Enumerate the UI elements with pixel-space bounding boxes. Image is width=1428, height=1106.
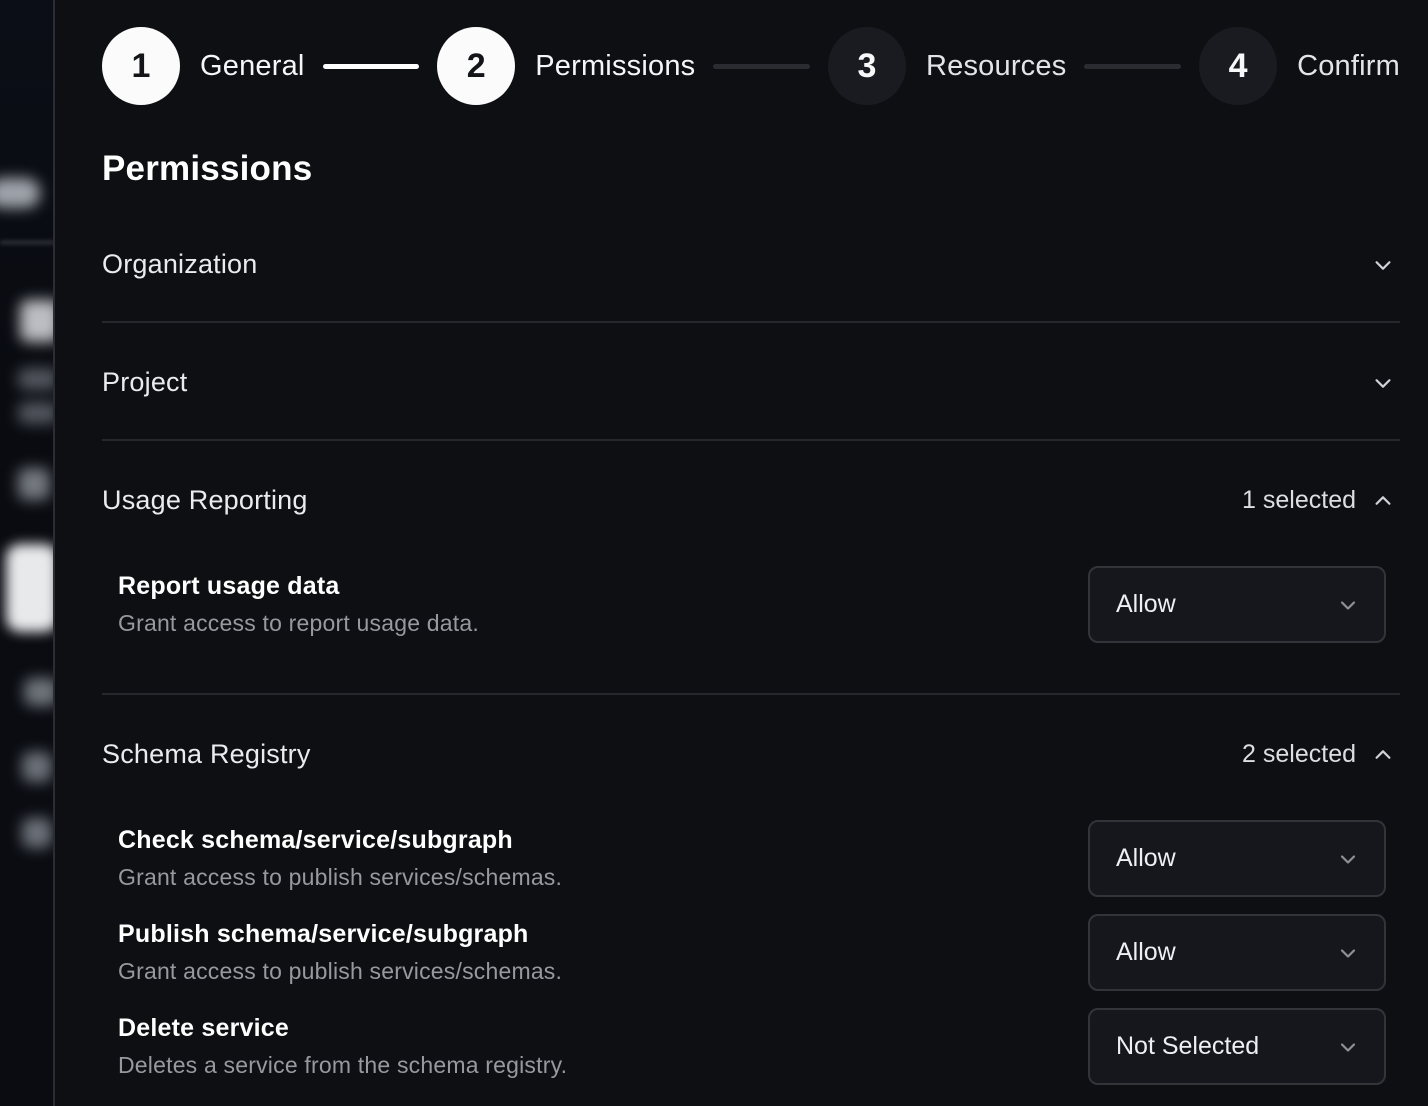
step-connector — [1084, 64, 1181, 69]
select-value: Allow — [1116, 590, 1176, 619]
background-blur-shape — [18, 468, 50, 500]
background-blur-shape — [6, 544, 55, 632]
selected-count-badge: 2 selected — [1242, 740, 1356, 769]
background-blur-shape — [18, 368, 55, 390]
permission-title: Delete service — [118, 1014, 567, 1043]
chevron-down-icon — [1372, 372, 1394, 394]
step-confirm-label: Confirm — [1297, 50, 1400, 83]
background-blur-divider — [0, 241, 55, 244]
permission-row-check-schema: Check schema/service/subgraph Grant acce… — [102, 820, 1400, 897]
select-value: Allow — [1116, 844, 1176, 873]
step-permissions-circle: 2 — [437, 27, 515, 105]
step-confirm[interactable]: 4 Confirm — [1199, 27, 1400, 105]
chevron-down-icon — [1372, 254, 1394, 276]
section-title: Organization — [102, 249, 258, 280]
section-organization-header[interactable]: Organization — [102, 189, 1400, 280]
permissions-wizard-panel: 1 General 2 Permissions 3 Resources 4 Co… — [57, 0, 1428, 1106]
step-confirm-circle: 4 — [1199, 27, 1277, 105]
section-project-header[interactable]: Project — [102, 323, 1400, 398]
background-blur-shape — [18, 402, 55, 424]
permission-row-report-usage-data: Report usage data Grant access to report… — [102, 566, 1400, 643]
background-blur-shape — [22, 752, 52, 782]
permission-select-delete-service[interactable]: Not Selected — [1088, 1008, 1386, 1085]
section-schema-registry: Schema Registry 2 selected Check schema/… — [102, 695, 1400, 1085]
step-permissions-label: Permissions — [535, 50, 695, 83]
background-blur-shape — [24, 678, 55, 706]
background-blur-shape — [0, 178, 40, 208]
step-general[interactable]: 1 General — [102, 27, 305, 105]
permission-row-delete-service: Delete service Deletes a service from th… — [102, 1008, 1400, 1085]
step-resources-label: Resources — [926, 50, 1066, 83]
section-organization: Organization — [102, 189, 1400, 323]
permission-description: Grant access to publish services/schemas… — [118, 864, 562, 891]
chevron-up-icon — [1372, 744, 1394, 766]
section-usage-reporting: Usage Reporting 1 selected Report usage … — [102, 441, 1400, 695]
permission-title: Check schema/service/subgraph — [118, 826, 562, 855]
section-project: Project — [102, 323, 1400, 441]
permission-title: Report usage data — [118, 572, 479, 601]
section-title: Project — [102, 367, 187, 398]
wizard-stepper: 1 General 2 Permissions 3 Resources 4 Co… — [102, 27, 1400, 105]
step-connector — [713, 64, 810, 69]
section-schema-registry-header[interactable]: Schema Registry 2 selected — [102, 695, 1400, 770]
permission-text: Report usage data Grant access to report… — [118, 572, 479, 637]
section-usage-reporting-header[interactable]: Usage Reporting 1 selected — [102, 441, 1400, 516]
background-sidebar — [0, 0, 55, 1106]
permission-title: Publish schema/service/subgraph — [118, 920, 562, 949]
step-permissions[interactable]: 2 Permissions — [437, 27, 695, 105]
permission-select-report-usage-data[interactable]: Allow — [1088, 566, 1386, 643]
page-title: Permissions — [102, 149, 1400, 189]
permission-description: Grant access to report usage data. — [118, 610, 479, 637]
permission-select-publish-schema[interactable]: Allow — [1088, 914, 1386, 991]
permission-text: Check schema/service/subgraph Grant acce… — [118, 826, 562, 891]
permission-row-publish-schema: Publish schema/service/subgraph Grant ac… — [102, 914, 1400, 991]
chevron-down-icon — [1336, 847, 1360, 871]
permission-select-check-schema[interactable]: Allow — [1088, 820, 1386, 897]
permission-text: Delete service Deletes a service from th… — [118, 1014, 567, 1079]
selected-count-badge: 1 selected — [1242, 486, 1356, 515]
chevron-up-icon — [1372, 490, 1394, 512]
chevron-down-icon — [1336, 941, 1360, 965]
chevron-down-icon — [1336, 1035, 1360, 1059]
step-general-circle: 1 — [102, 27, 180, 105]
section-title: Usage Reporting — [102, 485, 308, 516]
permission-text: Publish schema/service/subgraph Grant ac… — [118, 920, 562, 985]
step-connector — [323, 64, 420, 69]
permission-description: Grant access to publish services/schemas… — [118, 958, 562, 985]
permission-description: Deletes a service from the schema regist… — [118, 1052, 567, 1079]
step-resources-circle: 3 — [828, 27, 906, 105]
step-resources[interactable]: 3 Resources — [828, 27, 1066, 105]
background-blur-shape — [22, 818, 52, 848]
select-value: Allow — [1116, 938, 1176, 967]
step-general-label: General — [200, 50, 305, 83]
select-value: Not Selected — [1116, 1032, 1259, 1061]
section-title: Schema Registry — [102, 739, 311, 770]
background-blur-shape — [20, 300, 55, 342]
chevron-down-icon — [1336, 593, 1360, 617]
